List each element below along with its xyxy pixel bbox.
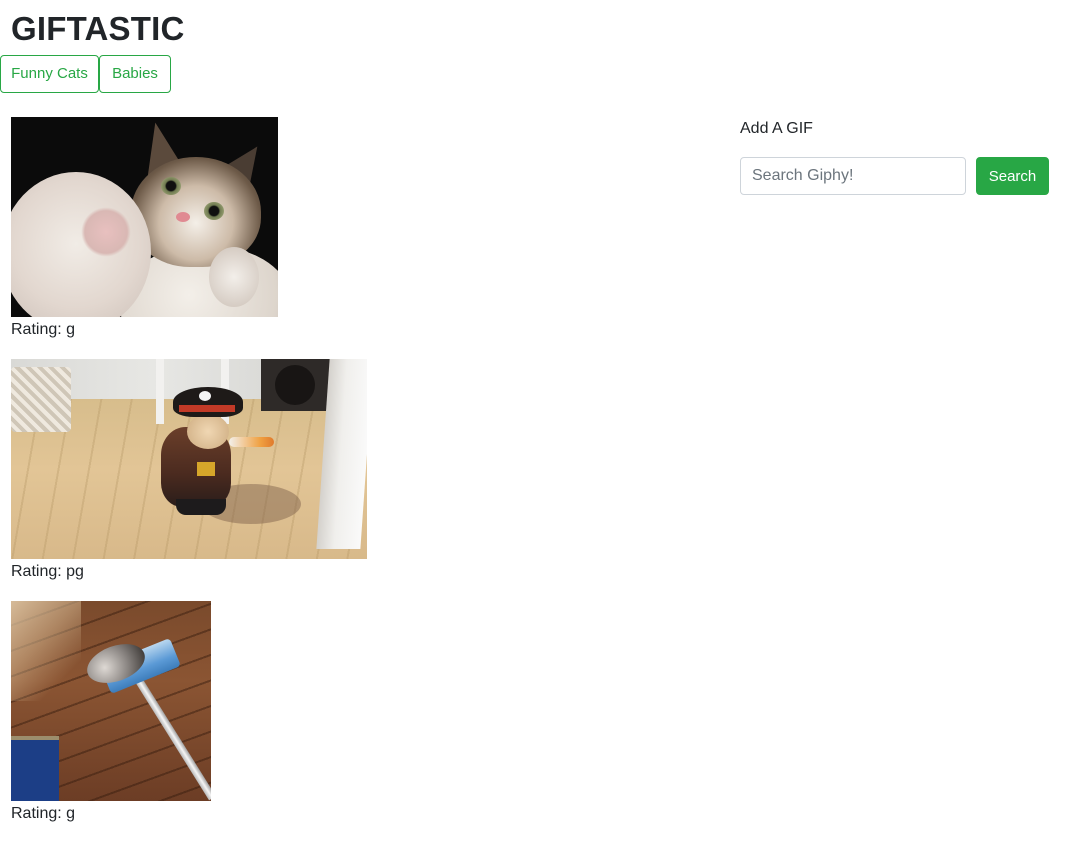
topic-button-funny-cats[interactable]: Funny Cats	[0, 55, 99, 93]
add-gif-label: Add A GIF	[740, 120, 813, 137]
page-title: GIFTASTIC	[11, 10, 185, 47]
gif-rating: Rating: pg	[11, 563, 84, 580]
gif-item: Rating: pg	[11, 359, 367, 582]
gif-image-kitten-punch[interactable]	[11, 117, 278, 317]
gif-rating: Rating: g	[11, 321, 76, 338]
search-input[interactable]	[740, 157, 966, 195]
topic-buttons: Funny Cats Babies	[0, 55, 171, 93]
gif-image-kitten-mop[interactable]	[11, 601, 211, 801]
gif-item: Rating: g	[11, 117, 367, 340]
gif-rating: Rating: g	[11, 805, 76, 822]
gif-list: Rating: g Rating: pg Rating: g	[11, 117, 367, 843]
gif-item: Rating: g	[11, 601, 367, 824]
topic-button-babies[interactable]: Babies	[99, 55, 171, 93]
gif-image-pirate-cat[interactable]	[11, 359, 367, 559]
search-button[interactable]: Search	[976, 157, 1049, 195]
